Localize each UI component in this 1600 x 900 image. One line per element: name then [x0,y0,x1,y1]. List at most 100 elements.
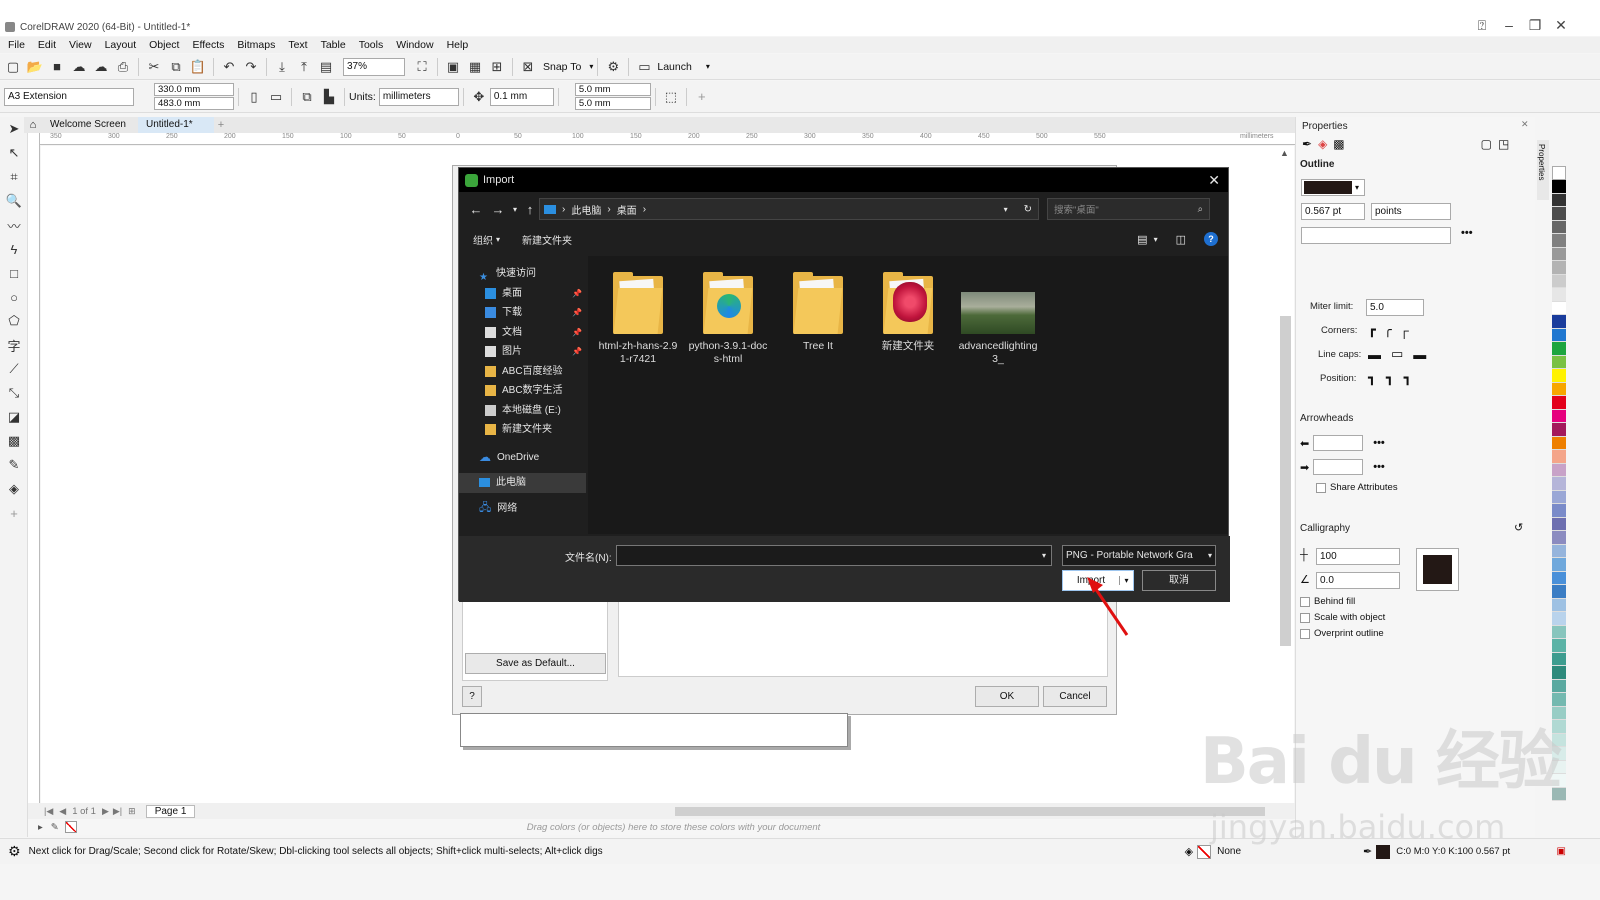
color-swatch[interactable] [1552,342,1566,356]
chevron-down-icon[interactable]: ▾ [1208,551,1212,560]
pin-icon[interactable]: 📌 [572,303,582,323]
restore-button[interactable]: ❐ [1523,17,1547,34]
interactive-fill-icon[interactable]: ◈ [0,477,28,501]
paste-icon[interactable]: 📋 [187,56,209,78]
color-swatch[interactable] [1552,585,1566,599]
outline-width-input[interactable]: 0.567 pt [1301,203,1365,220]
import-icon[interactable]: ⤓ [271,56,293,78]
nav-item[interactable]: 新建文件夹 [459,420,586,440]
nav-item[interactable]: 本地磁盘 (E:) [459,401,586,421]
color-swatch[interactable] [1552,234,1566,248]
color-swatch[interactable] [1552,544,1566,558]
print-icon[interactable]: ⎙ [112,56,134,78]
color-swatch[interactable] [1552,652,1566,666]
search-box[interactable]: 搜索"桌面" ⌕ [1047,198,1210,220]
guidelines-icon[interactable]: ⊞ [486,56,508,78]
minimize-button[interactable]: – [1497,17,1521,33]
nav-item[interactable]: 下载 📌 [459,303,586,323]
chevron-down-icon[interactable]: ▾ [706,62,710,71]
share-attributes-checkbox[interactable] [1316,482,1326,493]
more-options-icon[interactable]: ••• [1373,461,1385,473]
color-swatch[interactable] [1552,639,1566,653]
color-swatch[interactable] [1552,274,1566,288]
new-tab-icon[interactable]: + [214,119,228,131]
color-swatch[interactable] [1552,355,1566,369]
color-swatch[interactable] [1552,180,1566,194]
cap-square-icon[interactable]: ▬ [1413,347,1426,362]
zoom-level-input[interactable]: 37% [343,57,405,76]
cancel-button[interactable]: Cancel [1043,686,1107,707]
more-options-icon[interactable]: ••• [1373,437,1385,449]
menu-object[interactable]: Object [149,39,179,51]
end-arrowhead-select[interactable] [1313,459,1364,475]
close-icon[interactable]: ✕ [1208,172,1220,189]
color-swatch[interactable] [1552,693,1566,707]
menu-effects[interactable]: Effects [192,39,224,51]
add-tool-icon[interactable]: + [0,501,28,525]
color-swatch[interactable] [1552,625,1566,639]
menu-window[interactable]: Window [396,39,433,51]
launch-button[interactable]: Launch [657,61,691,73]
tab-welcome-screen[interactable]: Welcome Screen [42,117,138,133]
grid-icon[interactable]: ▦ [464,56,486,78]
connector-tool-icon[interactable]: ⤡ [0,381,28,405]
page-tab[interactable]: Page 1 [145,804,196,818]
chevron-down-icon[interactable]: ▾ [1042,551,1046,560]
horizontal-scrollbar[interactable] [675,806,1266,816]
gear-icon[interactable]: ⚙ [8,843,21,860]
home-icon[interactable]: ⌂ [24,119,42,131]
file-item[interactable]: 新建文件夹 [868,266,948,366]
menu-edit[interactable]: Edit [38,39,56,51]
docker-side-tab[interactable]: Properties [1537,140,1549,200]
no-fill-swatch[interactable] [64,821,77,833]
color-swatch[interactable] [1552,504,1566,518]
color-swatch[interactable] [1552,315,1566,329]
snap-to-button[interactable]: Snap To [543,61,581,73]
corner-round-icon[interactable]: ╭ [1384,322,1392,338]
rectangle-tool-icon[interactable]: □ [0,261,28,285]
position-inside-icon[interactable]: ┓ [1404,370,1412,386]
menu-text[interactable]: Text [288,39,307,51]
corner-miter-icon[interactable]: ┏ [1368,322,1376,338]
stretch-input[interactable]: 100 [1316,548,1400,565]
undo-icon[interactable]: ↶ [218,56,240,78]
color-swatch[interactable] [1552,598,1566,612]
outline-pen-icon[interactable]: ✒ [1302,137,1312,151]
expand-icon[interactable]: ▸ [38,822,43,833]
color-swatch[interactable] [1552,423,1566,437]
nav-item[interactable]: 桌面 📌 [459,284,586,304]
new-folder-button[interactable]: 新建文件夹 [522,232,572,247]
nav-item[interactable]: ABC百度经验 [459,362,586,382]
nudge-distance-input[interactable]: 0.1 mm [489,87,554,106]
start-arrowhead-select[interactable] [1313,435,1364,451]
more-options-icon[interactable]: ••• [1461,227,1473,239]
color-swatch[interactable] [1552,207,1566,221]
first-page-icon[interactable]: |◀ [44,806,53,817]
color-swatch[interactable] [1552,571,1566,585]
color-swatch[interactable] [1552,369,1566,383]
scroll-up-icon[interactable]: ▲ [1280,148,1289,158]
prev-page-icon[interactable]: ◀ [59,806,66,817]
search-icon[interactable]: ⌕ [1198,204,1203,215]
page-width-input[interactable]: 330.0 mm [154,83,234,96]
snap-icon[interactable]: ⊠ [517,56,539,78]
pin-icon[interactable]: 📌 [572,342,582,362]
redo-icon[interactable]: ↷ [240,56,262,78]
last-page-icon[interactable]: ▶| [113,806,122,817]
add-page-icon[interactable]: ⊞ [128,806,136,817]
cap-round-icon[interactable]: ▭ [1391,346,1403,362]
color-swatch[interactable] [1552,436,1566,450]
up-icon[interactable]: ↑ [521,202,539,217]
fill-icon[interactable]: ◈ [1318,137,1327,151]
reset-icon[interactable]: ↺ [1514,521,1523,534]
open-icon[interactable]: 📂 [24,56,46,78]
angle-input[interactable]: 0.0 [1316,572,1400,589]
position-outside-icon[interactable]: ┓ [1368,370,1376,386]
dimension-tool-icon[interactable]: ⟋ [0,357,28,381]
filename-input[interactable]: ▾ [616,545,1052,566]
behind-fill-checkbox[interactable] [1300,596,1310,607]
chevron-down-icon[interactable]: ▾ [1154,235,1158,244]
ok-button[interactable]: OK [975,686,1039,707]
color-swatch[interactable] [1552,477,1566,491]
gear-icon[interactable]: ⚙ [602,56,624,78]
